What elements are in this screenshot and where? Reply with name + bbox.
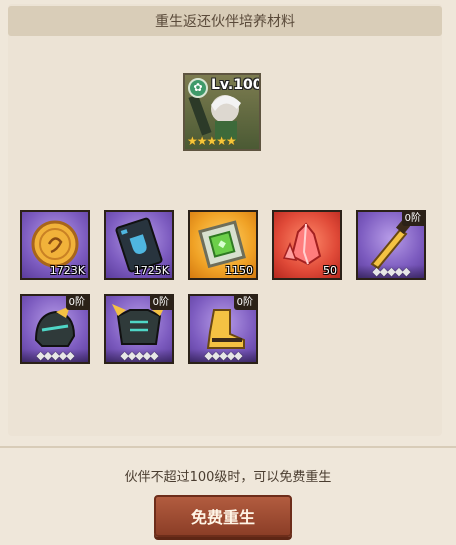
free-rebirth-button[interactable]: 免费重生 bbox=[154, 495, 292, 537]
material-golden-dagger[interactable]: 0阶 ◆◆◆◆◆ bbox=[356, 210, 426, 280]
material-red-crystal[interactable]: 50 bbox=[272, 210, 342, 280]
panel-title: 重生返还伙伴培养材料 bbox=[8, 6, 442, 36]
material-count: 1723K bbox=[49, 264, 85, 277]
rank-badge: 0阶 bbox=[401, 212, 424, 226]
rank-badge: 0阶 bbox=[233, 296, 256, 310]
divider bbox=[0, 446, 456, 448]
free-rebirth-hint: 伙伴不超过100级时，可以免费重生 bbox=[124, 470, 332, 485]
material-golden-boot[interactable]: 0阶 ◆◆◆◆◆ bbox=[188, 294, 258, 364]
rank-badge: 0阶 bbox=[149, 296, 172, 310]
hero-portrait[interactable]: ✿ Lv.100 ★★★★★ bbox=[183, 73, 261, 151]
material-green-crystal-frame[interactable]: 1150 bbox=[188, 210, 258, 280]
material-count: 50 bbox=[323, 264, 337, 277]
star-diamonds: ◆◆◆◆◆ bbox=[106, 349, 172, 362]
rank-badge: 0阶 bbox=[65, 296, 88, 310]
material-dark-armor[interactable]: 0阶 ◆◆◆◆◆ bbox=[104, 294, 174, 364]
material-fist-ticket[interactable]: 1725K bbox=[104, 210, 174, 280]
material-dark-helmet[interactable]: 0阶 ◆◆◆◆◆ bbox=[20, 294, 90, 364]
material-count: 1150 bbox=[225, 264, 253, 277]
hero-stars: ★★★★★ bbox=[187, 134, 237, 148]
material-count: 1725K bbox=[133, 264, 169, 277]
star-diamonds: ◆◆◆◆◆ bbox=[190, 349, 256, 362]
faction-emblem-icon: ✿ bbox=[188, 78, 208, 98]
star-diamonds: ◆◆◆◆◆ bbox=[22, 349, 88, 362]
hero-level: Lv.100 bbox=[211, 77, 261, 93]
star-diamonds: ◆◆◆◆◆ bbox=[358, 265, 424, 278]
material-gold-coin[interactable]: 1723K bbox=[20, 210, 90, 280]
